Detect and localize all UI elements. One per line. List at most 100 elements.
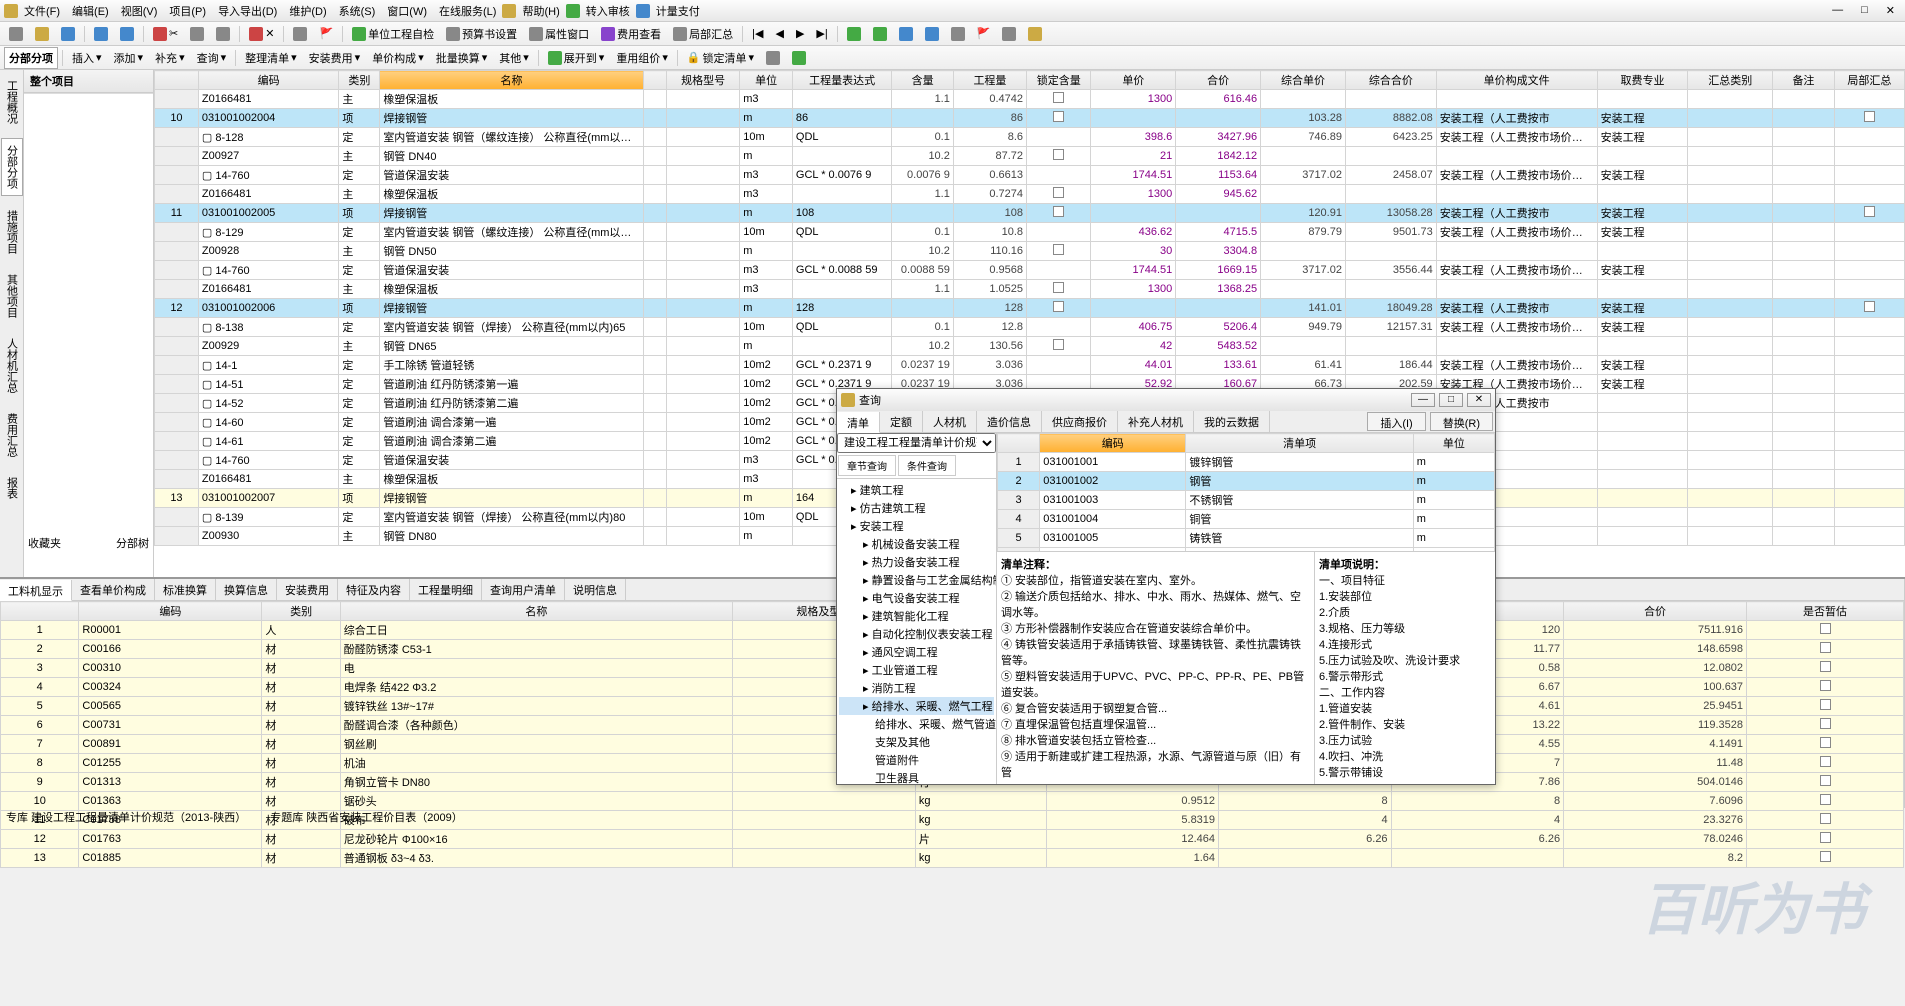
menu-project[interactable]: 项目(P) — [163, 3, 212, 19]
local-summary-button[interactable]: 局部汇总 — [668, 23, 738, 45]
find-button[interactable] — [288, 24, 312, 44]
close-button[interactable]: ✕ — [1880, 4, 1901, 17]
delete-button[interactable]: ✕ — [244, 24, 279, 44]
tb-button[interactable] — [868, 24, 892, 44]
tb-button[interactable] — [787, 48, 811, 68]
menu-system[interactable]: 系统(S) — [333, 3, 382, 19]
paste-button[interactable] — [211, 24, 235, 44]
undo-button[interactable] — [89, 24, 113, 44]
install-fee-button[interactable]: 安装费用 ▾ — [304, 47, 366, 69]
popup-minimize[interactable]: — — [1411, 393, 1435, 407]
tree-footer-tree[interactable]: 分部树 — [116, 535, 149, 551]
watermark: 百听为书 — [1641, 865, 1865, 946]
popup-tabs: 清单定额人材机造价信息供应商报价补充人材机我的云数据 插入(I) 替换(R) — [837, 411, 1495, 433]
prop-window-button[interactable]: 属性窗口 — [524, 23, 594, 45]
save-button[interactable] — [56, 24, 80, 44]
vtab-overview[interactable]: 工程概况 — [2, 74, 22, 130]
tb-button[interactable] — [946, 24, 970, 44]
vtab-fee[interactable]: 费用汇总 — [2, 407, 22, 463]
query-button[interactable]: 查询 ▾ — [192, 47, 232, 69]
popup-maximize[interactable]: □ — [1439, 393, 1463, 407]
menu-help[interactable]: 帮助(H) — [516, 3, 565, 19]
vtab-material[interactable]: 人材机汇总 — [2, 332, 22, 399]
menu-online[interactable]: 在线服务(L) — [433, 3, 502, 19]
expand-button[interactable]: 展开到 ▾ — [543, 47, 610, 69]
vtab-report[interactable]: 报表 — [2, 471, 22, 505]
redo-button[interactable] — [115, 24, 139, 44]
organize-button[interactable]: 整理清单 ▾ — [240, 47, 302, 69]
fee-view-button[interactable]: 费用查看 — [596, 23, 666, 45]
tb-button[interactable] — [761, 48, 785, 68]
popup-tab[interactable]: 造价信息 — [977, 411, 1042, 432]
popup-action[interactable]: 插入(I) — [1367, 412, 1425, 431]
first-button[interactable]: |◀ — [747, 24, 768, 43]
popup-grid[interactable]: 编码清单项单位 1031001001镀锌钢管m2031001002钢管m3031… — [997, 433, 1495, 551]
bottom-tab[interactable]: 特征及内容 — [338, 579, 410, 600]
batch-convert-button[interactable]: 批量换算 ▾ — [431, 47, 493, 69]
tree-pane: 整个项目 收藏夹 分部树 — [24, 70, 154, 577]
tree-footer-fav[interactable]: 收藏夹 — [28, 535, 61, 551]
subtab-condition[interactable]: 条件查询 — [898, 455, 956, 476]
popup-tab[interactable]: 补充人材机 — [1118, 411, 1194, 432]
tb-button[interactable] — [920, 24, 944, 44]
bottom-tab[interactable]: 说明信息 — [565, 579, 626, 600]
prev-button[interactable]: ◀ — [770, 24, 788, 43]
vtab-measure[interactable]: 措施项目 — [2, 204, 22, 260]
bottom-tab[interactable]: 查询用户清单 — [482, 579, 565, 600]
bottom-tab[interactable]: 标准换算 — [155, 579, 216, 600]
popup-close[interactable]: ✕ — [1467, 393, 1491, 407]
popup-action[interactable]: 替换(R) — [1430, 412, 1493, 431]
new-button[interactable] — [4, 24, 28, 44]
price-compose-button[interactable]: 单价构成 ▾ — [367, 47, 429, 69]
tb-button[interactable] — [1023, 24, 1047, 44]
open-button[interactable] — [30, 24, 54, 44]
last-button[interactable]: ▶| — [811, 24, 832, 43]
spec-select[interactable]: 建设工程工程量清单计价规范（2013 ▼ — [837, 433, 996, 453]
copy-button[interactable] — [185, 24, 209, 44]
section-button[interactable]: 分部分项 — [4, 47, 58, 69]
bottom-tab[interactable]: 工料机显示 — [0, 580, 72, 601]
status-left: 专库 建设工程工程量清单计价规范（2013-陕西） — [6, 809, 246, 824]
subtab-chapter[interactable]: 章节查询 — [838, 455, 896, 476]
bottom-tab[interactable]: 查看单价构成 — [72, 579, 155, 600]
popup-tab[interactable]: 供应商报价 — [1042, 411, 1118, 432]
popup-tab[interactable]: 我的云数据 — [1194, 411, 1270, 432]
vtab-other[interactable]: 其他项目 — [2, 268, 22, 324]
tb-button[interactable]: 🚩 — [972, 24, 996, 43]
next-button[interactable]: ▶ — [791, 24, 809, 43]
vtab-section[interactable]: 分部分项 — [1, 138, 23, 196]
menu-edit[interactable]: 编辑(E) — [66, 3, 115, 19]
add-button[interactable]: 添加 ▾ — [109, 47, 149, 69]
popup-tab[interactable]: 清单 — [837, 412, 880, 433]
popup-tab[interactable]: 定额 — [880, 411, 923, 432]
bottom-tab[interactable]: 工程量明细 — [410, 579, 482, 600]
bottom-tab[interactable]: 换算信息 — [216, 579, 277, 600]
tree-header[interactable]: 整个项目 — [24, 70, 153, 93]
flag-button[interactable]: 🚩 — [314, 24, 338, 43]
popup-icon — [841, 393, 855, 407]
menu-maintain[interactable]: 维护(D) — [283, 3, 332, 19]
calc-settings-button[interactable]: 预算书设置 — [441, 23, 522, 45]
unit-check-button[interactable]: 单位工程自检 — [347, 23, 439, 45]
menu-measure[interactable]: 计量支付 — [650, 3, 706, 19]
other-button[interactable]: 其他 ▾ — [494, 47, 534, 69]
insert-button[interactable]: 插入 ▾ — [67, 47, 107, 69]
menu-import[interactable]: 导入导出(D) — [212, 3, 283, 19]
tb-button[interactable] — [842, 24, 866, 44]
lock-button[interactable]: 🔒锁定清单 ▾ — [682, 47, 759, 69]
menu-view[interactable]: 视图(V) — [115, 3, 164, 19]
restore-button[interactable]: □ — [1855, 4, 1874, 17]
tb-button[interactable] — [997, 24, 1021, 44]
tb-button[interactable] — [894, 24, 918, 44]
supplement-button[interactable]: 补充 ▾ — [150, 47, 190, 69]
bottom-tab[interactable]: 安装费用 — [277, 579, 338, 600]
menu-transfer[interactable]: 转入审核 — [580, 3, 636, 19]
minimize-button[interactable]: — — [1826, 4, 1849, 17]
reuse-button[interactable]: 重用组价 ▾ — [611, 47, 673, 69]
cut-button[interactable]: ✂ — [148, 24, 183, 44]
popup-tab[interactable]: 人材机 — [923, 411, 977, 432]
menu-file[interactable]: 文件(F) — [18, 3, 66, 19]
popup-tree[interactable]: ▸ 建筑工程▸ 仿古建筑工程▸ 安装工程▸ 机械设备安装工程▸ 热力设备安装工程… — [837, 479, 996, 784]
menu-window[interactable]: 窗口(W) — [381, 3, 433, 19]
popup-title: 查询 — [859, 392, 881, 408]
